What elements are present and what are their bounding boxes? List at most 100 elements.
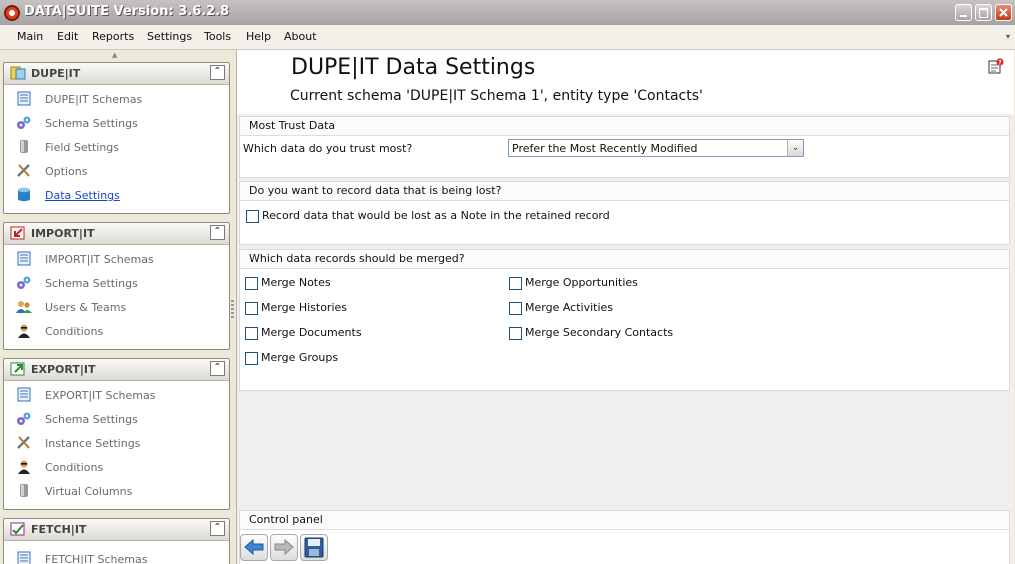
schema-list-icon	[17, 91, 31, 106]
window-titlebar[interactable]: DATA|SUITE Version: 3.6.2.8	[0, 0, 1015, 26]
export-it-icon	[10, 362, 25, 376]
collapse-button[interactable]: ⌃	[210, 521, 225, 536]
svg-text:?: ?	[998, 60, 1002, 67]
sidebar-item-options[interactable]: Options	[4, 159, 229, 183]
menu-main[interactable]: Main	[17, 30, 43, 43]
sidebar-item-instance-settings[interactable]: Instance Settings	[4, 431, 229, 455]
page-subtitle: Current schema 'DUPE|IT Schema 1', entit…	[290, 88, 703, 104]
control-panel-header: Control panel	[240, 511, 1009, 530]
collapse-button[interactable]: ⌃	[210, 361, 225, 376]
merge-panel-header: Which data records should be merged?	[240, 250, 1009, 269]
sidebar-group-header[interactable]: FETCH|IT ⌃	[4, 519, 229, 541]
main-panel: DUPE|IT Data Settings Current schema 'DU…	[236, 50, 1014, 564]
dupe-it-icon	[10, 66, 26, 80]
sidebar-group-title: EXPORT|IT	[31, 363, 96, 376]
window-title: DATA|SUITE Version: 3.6.2.8	[24, 4, 230, 19]
save-button[interactable]	[300, 534, 328, 561]
chevron-down-icon[interactable]: ⌄	[787, 140, 803, 156]
merge-activities-label: Merge Activities	[525, 301, 614, 314]
page-title: DUPE|IT Data Settings	[291, 55, 536, 80]
import-it-icon	[10, 226, 25, 240]
collapse-button[interactable]: ⌃	[210, 65, 225, 80]
forward-button[interactable]	[270, 534, 298, 561]
sidebar-group-header[interactable]: IMPORT|IT ⌃	[4, 223, 229, 245]
merge-documents-checkbox[interactable]	[245, 327, 258, 340]
lost-data-panel-header: Do you want to record data that is being…	[240, 182, 1009, 201]
trust-dropdown-value: Prefer the Most Recently Modified	[512, 142, 698, 155]
sidebar-item-field-settings[interactable]: Field Settings	[4, 135, 229, 159]
lost-data-panel: Do you want to record data that is being…	[239, 181, 1010, 245]
agent-icon	[18, 324, 30, 338]
sidebar-group-title: DUPE|IT	[31, 67, 81, 80]
merge-histories-label: Merge Histories	[261, 301, 348, 314]
field-settings-icon	[20, 140, 28, 153]
schema-settings-icon	[17, 412, 31, 425]
sidebar-group-title: FETCH|IT	[31, 523, 87, 536]
merge-secondary-contacts-checkbox[interactable]	[509, 327, 522, 340]
sidebar: ▲ DUPE|IT ⌃ DUPE|IT Schemas Schema Setti…	[0, 50, 232, 564]
sidebar-item-export-it-schemas[interactable]: EXPORT|IT Schemas	[4, 383, 229, 407]
sidebar-item-fetch-it-schemas[interactable]: FETCH|IT Schemas	[4, 547, 229, 564]
sidebar-item-schema-settings[interactable]: Schema Settings	[4, 111, 229, 135]
save-disk-icon	[304, 537, 324, 558]
menu-about[interactable]: About	[284, 30, 317, 43]
menu-edit[interactable]: Edit	[57, 30, 78, 43]
arrow-right-icon	[274, 538, 294, 556]
sidebar-group-import-it: IMPORT|IT ⌃ IMPORT|IT Schemas Schema Set…	[3, 222, 230, 350]
back-button[interactable]	[240, 534, 268, 561]
scroll-up-icon[interactable]: ▲	[112, 51, 117, 59]
schema-list-icon	[17, 387, 31, 402]
sidebar-group-header[interactable]: DUPE|IT ⌃	[4, 63, 229, 85]
sidebar-group-header[interactable]: EXPORT|IT ⌃	[4, 359, 229, 381]
sidebar-group-export-it: EXPORT|IT ⌃ EXPORT|IT Schemas Schema Set…	[3, 358, 230, 510]
sidebar-item-import-it-schemas[interactable]: IMPORT|IT Schemas	[4, 247, 229, 271]
close-window-button[interactable]	[995, 4, 1012, 21]
merge-panel: Which data records should be merged? Mer…	[239, 249, 1010, 391]
menu-bar: Main Edit Reports Settings Tools Help Ab…	[0, 25, 1015, 50]
fetch-it-icon	[10, 522, 25, 536]
arrow-left-icon	[244, 538, 264, 556]
menu-settings[interactable]: Settings	[147, 30, 192, 43]
merge-documents-label: Merge Documents	[261, 326, 362, 339]
schema-settings-icon	[17, 276, 31, 289]
sidebar-group-dupe-it: DUPE|IT ⌃ DUPE|IT Schemas Schema Setting…	[3, 62, 230, 214]
menu-tools[interactable]: Tools	[204, 30, 231, 43]
sidebar-item-data-settings[interactable]: Data Settings	[4, 183, 229, 207]
merge-notes-checkbox[interactable]	[245, 277, 258, 290]
field-settings-icon	[20, 484, 28, 497]
close-icon	[999, 8, 1008, 17]
sidebar-item-conditions[interactable]: Conditions	[4, 319, 229, 343]
merge-histories-checkbox[interactable]	[245, 302, 258, 315]
trust-panel-header: Most Trust Data	[240, 117, 1009, 136]
merge-notes-label: Merge Notes	[261, 276, 331, 289]
control-panel: Control panel	[239, 510, 1010, 564]
sidebar-splitter[interactable]	[231, 300, 234, 320]
merge-activities-checkbox[interactable]	[509, 302, 522, 315]
sidebar-item-dupe-it-schemas[interactable]: DUPE|IT Schemas	[4, 87, 229, 111]
sidebar-item-users-teams[interactable]: Users & Teams	[4, 295, 229, 319]
agent-icon	[18, 460, 30, 474]
sidebar-item-schema-settings[interactable]: Schema Settings	[4, 271, 229, 295]
merge-opportunities-checkbox[interactable]	[509, 277, 522, 290]
merge-secondary-contacts-label: Merge Secondary Contacts	[525, 326, 674, 339]
maximize-button[interactable]	[975, 4, 992, 21]
tools-icon	[17, 164, 30, 177]
trust-panel: Most Trust Data Which data do you trust …	[239, 116, 1010, 178]
minimize-button[interactable]	[955, 4, 972, 21]
record-lost-data-checkbox[interactable]	[246, 210, 259, 223]
trust-dropdown[interactable]: Prefer the Most Recently Modified ⌄	[508, 139, 804, 157]
maximize-icon	[979, 8, 988, 18]
menu-reports[interactable]: Reports	[92, 30, 134, 43]
menu-help[interactable]: Help	[246, 30, 271, 43]
menu-overflow-chevron-icon[interactable]: ▾	[1006, 32, 1010, 41]
collapse-button[interactable]: ⌃	[210, 225, 225, 240]
minimize-icon	[960, 15, 967, 17]
sidebar-group-title: IMPORT|IT	[31, 227, 95, 240]
help-icon[interactable]: ?	[988, 58, 1004, 74]
sidebar-item-virtual-columns[interactable]: Virtual Columns	[4, 479, 229, 503]
merge-groups-checkbox[interactable]	[245, 352, 258, 365]
sidebar-item-schema-settings[interactable]: Schema Settings	[4, 407, 229, 431]
trust-question-label: Which data do you trust most?	[243, 142, 413, 155]
sidebar-item-conditions[interactable]: Conditions	[4, 455, 229, 479]
merge-groups-label: Merge Groups	[261, 351, 339, 364]
